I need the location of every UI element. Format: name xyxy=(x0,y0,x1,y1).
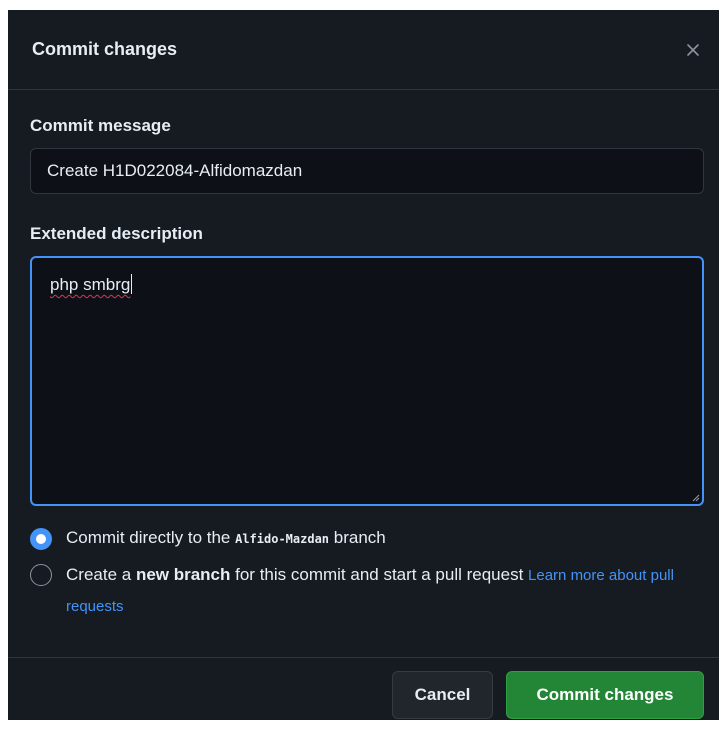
dialog-body: Commit message Extended description php … xyxy=(8,116,719,622)
option-commit-directly-label: Commit directly to the Alfido-Mazdan bra… xyxy=(66,528,386,548)
option-new-prefix: Create a xyxy=(66,565,136,584)
dialog-footer: Cancel Commit changes xyxy=(8,657,719,720)
option-new-suffix: for this commit and start a pull request xyxy=(230,565,529,584)
option-direct-suffix: branch xyxy=(329,528,386,547)
close-icon[interactable] xyxy=(681,38,705,62)
commit-options: Commit directly to the Alfido-Mazdan bra… xyxy=(30,528,703,622)
dialog-title: Commit changes xyxy=(32,39,178,59)
commit-message-input[interactable] xyxy=(30,148,704,194)
option-new-branch-label: Create a new branch for this commit and … xyxy=(66,560,686,622)
radio-commit-directly[interactable] xyxy=(30,528,52,550)
option-commit-directly[interactable]: Commit directly to the Alfido-Mazdan bra… xyxy=(30,528,703,550)
option-new-branch[interactable]: Create a new branch for this commit and … xyxy=(30,564,703,622)
commit-changes-button[interactable]: Commit changes xyxy=(506,671,704,719)
cancel-button[interactable]: Cancel xyxy=(392,671,493,719)
resize-grip-icon[interactable] xyxy=(690,492,700,502)
extended-description-label: Extended description xyxy=(30,224,203,243)
branch-name: Alfido-Mazdan xyxy=(235,532,330,546)
dialog-header: Commit changes xyxy=(8,10,719,90)
option-direct-prefix: Commit directly to the xyxy=(66,528,236,547)
text-caret xyxy=(131,274,133,294)
extended-description-text: php smbrg xyxy=(50,275,131,294)
commit-dialog: Commit changes Commit message Extended d… xyxy=(8,10,719,720)
option-new-bold: new branch xyxy=(135,565,231,584)
radio-new-branch[interactable] xyxy=(30,564,52,586)
commit-message-label: Commit message xyxy=(30,116,171,135)
extended-description-textarea[interactable]: php smbrg xyxy=(30,256,704,506)
